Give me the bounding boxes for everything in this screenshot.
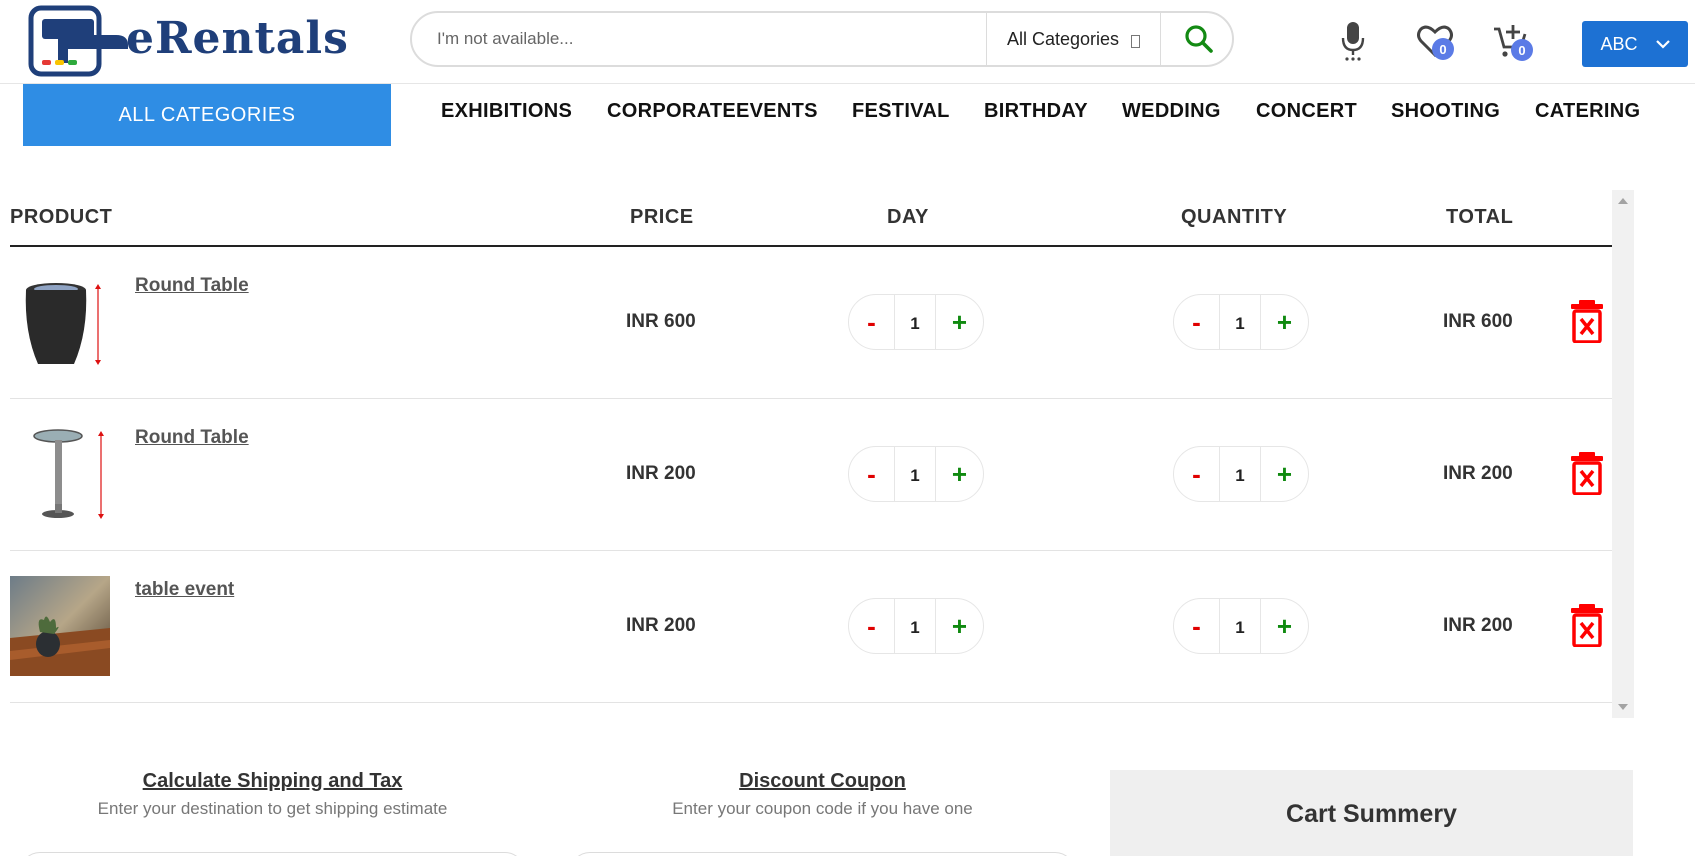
site-logo[interactable]: eRentals: [28, 5, 383, 77]
nav-item-corporate-events[interactable]: CORPORATEEVENTS: [607, 100, 818, 123]
product-thumbnail: [10, 424, 110, 524]
cart-button[interactable]: 0: [1485, 20, 1535, 62]
quantity-stepper: - 1 +: [1173, 598, 1309, 654]
coupon-subtitle: Enter your coupon code if you have one: [672, 799, 973, 818]
microphone-icon: [1341, 22, 1365, 61]
quantity-value[interactable]: 1: [1219, 599, 1261, 653]
unit-price: INR 600: [626, 311, 696, 332]
increment-day-button[interactable]: +: [936, 295, 983, 349]
decrement-quantity-button[interactable]: -: [1174, 447, 1219, 501]
wishlist-button[interactable]: 0: [1410, 20, 1460, 62]
column-header-quantity: QUANTITY: [1181, 206, 1288, 228]
unit-price: INR 200: [626, 463, 696, 484]
decrement-day-button[interactable]: -: [849, 295, 894, 349]
nav-item-birthday[interactable]: BIRTHDAY: [984, 100, 1088, 123]
table-row: Round Table INR 600 - 1 + - 1 + INR 600: [10, 247, 1612, 399]
user-menu-button[interactable]: ABC: [1582, 21, 1688, 67]
product-name-link[interactable]: Round Table: [135, 275, 249, 297]
nav-item-exhibitions[interactable]: EXHIBITIONS: [441, 100, 572, 123]
table-row: table event INR 200 - 1 + - 1 + INR 200: [10, 551, 1612, 703]
quantity-value[interactable]: 1: [1219, 447, 1261, 501]
product-thumbnail: [10, 576, 110, 676]
shipping-destination-field[interactable]: [20, 852, 525, 856]
increment-quantity-button[interactable]: +: [1261, 599, 1308, 653]
product-name-link[interactable]: table event: [135, 579, 234, 601]
chevron-down-icon: [1131, 34, 1141, 48]
column-header-price: PRICE: [630, 206, 694, 228]
nav-item-catering[interactable]: CATERING: [1535, 100, 1640, 123]
product-thumbnail: [10, 272, 110, 372]
category-select[interactable]: All Categories: [986, 13, 1161, 65]
line-total: INR 200: [1443, 463, 1513, 484]
delete-item-icon[interactable]: [1570, 299, 1604, 343]
search-icon: [1184, 25, 1213, 53]
day-stepper: - 1 +: [848, 446, 984, 502]
decrement-day-button[interactable]: -: [849, 599, 894, 653]
decrement-quantity-button[interactable]: -: [1174, 599, 1219, 653]
column-header-day: DAY: [887, 206, 929, 228]
search-button[interactable]: [1161, 13, 1232, 65]
cart-summary-title: Cart Summery: [1286, 800, 1457, 828]
site-header: eRentals All Categories 0: [0, 0, 1695, 84]
all-categories-button[interactable]: ALL CATEGORIES: [23, 84, 391, 146]
column-header-product: PRODUCT: [10, 206, 113, 228]
search-bar: All Categories: [410, 11, 1234, 67]
cart-summary-panel: Cart Summery: [1110, 770, 1633, 856]
unit-price: INR 200: [626, 615, 696, 636]
day-stepper: - 1 +: [848, 294, 984, 350]
delete-item-icon[interactable]: [1570, 451, 1604, 495]
day-value[interactable]: 1: [894, 447, 936, 501]
chevron-down-icon: [1655, 39, 1670, 49]
day-value[interactable]: 1: [894, 599, 936, 653]
scroll-up-arrow-icon[interactable]: [1618, 198, 1628, 204]
delete-item-icon[interactable]: [1570, 603, 1604, 647]
nav-item-shooting[interactable]: SHOOTING: [1391, 100, 1500, 123]
increment-quantity-button[interactable]: +: [1261, 295, 1308, 349]
table-row: Round Table INR 200 - 1 + - 1 + INR 200: [10, 399, 1612, 551]
scroll-down-arrow-icon[interactable]: [1618, 704, 1628, 710]
shipping-subtitle: Enter your destination to get shipping e…: [97, 799, 448, 818]
product-name-link[interactable]: Round Table: [135, 427, 249, 449]
cart-table: PRODUCT PRICE DAY QUANTITY TOTAL Round T…: [10, 190, 1612, 718]
nav-item-concert[interactable]: CONCERT: [1256, 100, 1357, 123]
logo-icon: [28, 5, 128, 77]
coupon-code-field[interactable]: [570, 852, 1075, 856]
shipping-title: Calculate Shipping and Tax: [142, 770, 403, 792]
nav-item-wedding[interactable]: WEDDING: [1122, 100, 1221, 123]
increment-quantity-button[interactable]: +: [1261, 447, 1308, 501]
brand-name: eRentals: [126, 13, 349, 64]
wishlist-count-badge: 0: [1432, 38, 1454, 60]
nav-item-festival[interactable]: FESTIVAL: [852, 100, 950, 123]
cart-count-badge: 0: [1511, 39, 1533, 61]
search-input[interactable]: [412, 13, 986, 65]
quantity-value[interactable]: 1: [1219, 295, 1261, 349]
quantity-stepper: - 1 +: [1173, 294, 1309, 350]
cart-scrollbar[interactable]: [1612, 190, 1634, 718]
day-value[interactable]: 1: [894, 295, 936, 349]
user-menu-label: ABC: [1600, 33, 1638, 54]
day-stepper: - 1 +: [848, 598, 984, 654]
line-total: INR 600: [1443, 311, 1513, 332]
quantity-stepper: - 1 +: [1173, 446, 1309, 502]
category-select-label: All Categories: [1007, 28, 1120, 49]
increment-day-button[interactable]: +: [936, 599, 983, 653]
increment-day-button[interactable]: +: [936, 447, 983, 501]
line-total: INR 200: [1443, 615, 1513, 636]
decrement-day-button[interactable]: -: [849, 447, 894, 501]
decrement-quantity-button[interactable]: -: [1174, 295, 1219, 349]
coupon-title: Discount Coupon: [739, 770, 906, 792]
voice-search-button[interactable]: [1336, 20, 1370, 62]
column-header-total: TOTAL: [1446, 206, 1514, 228]
